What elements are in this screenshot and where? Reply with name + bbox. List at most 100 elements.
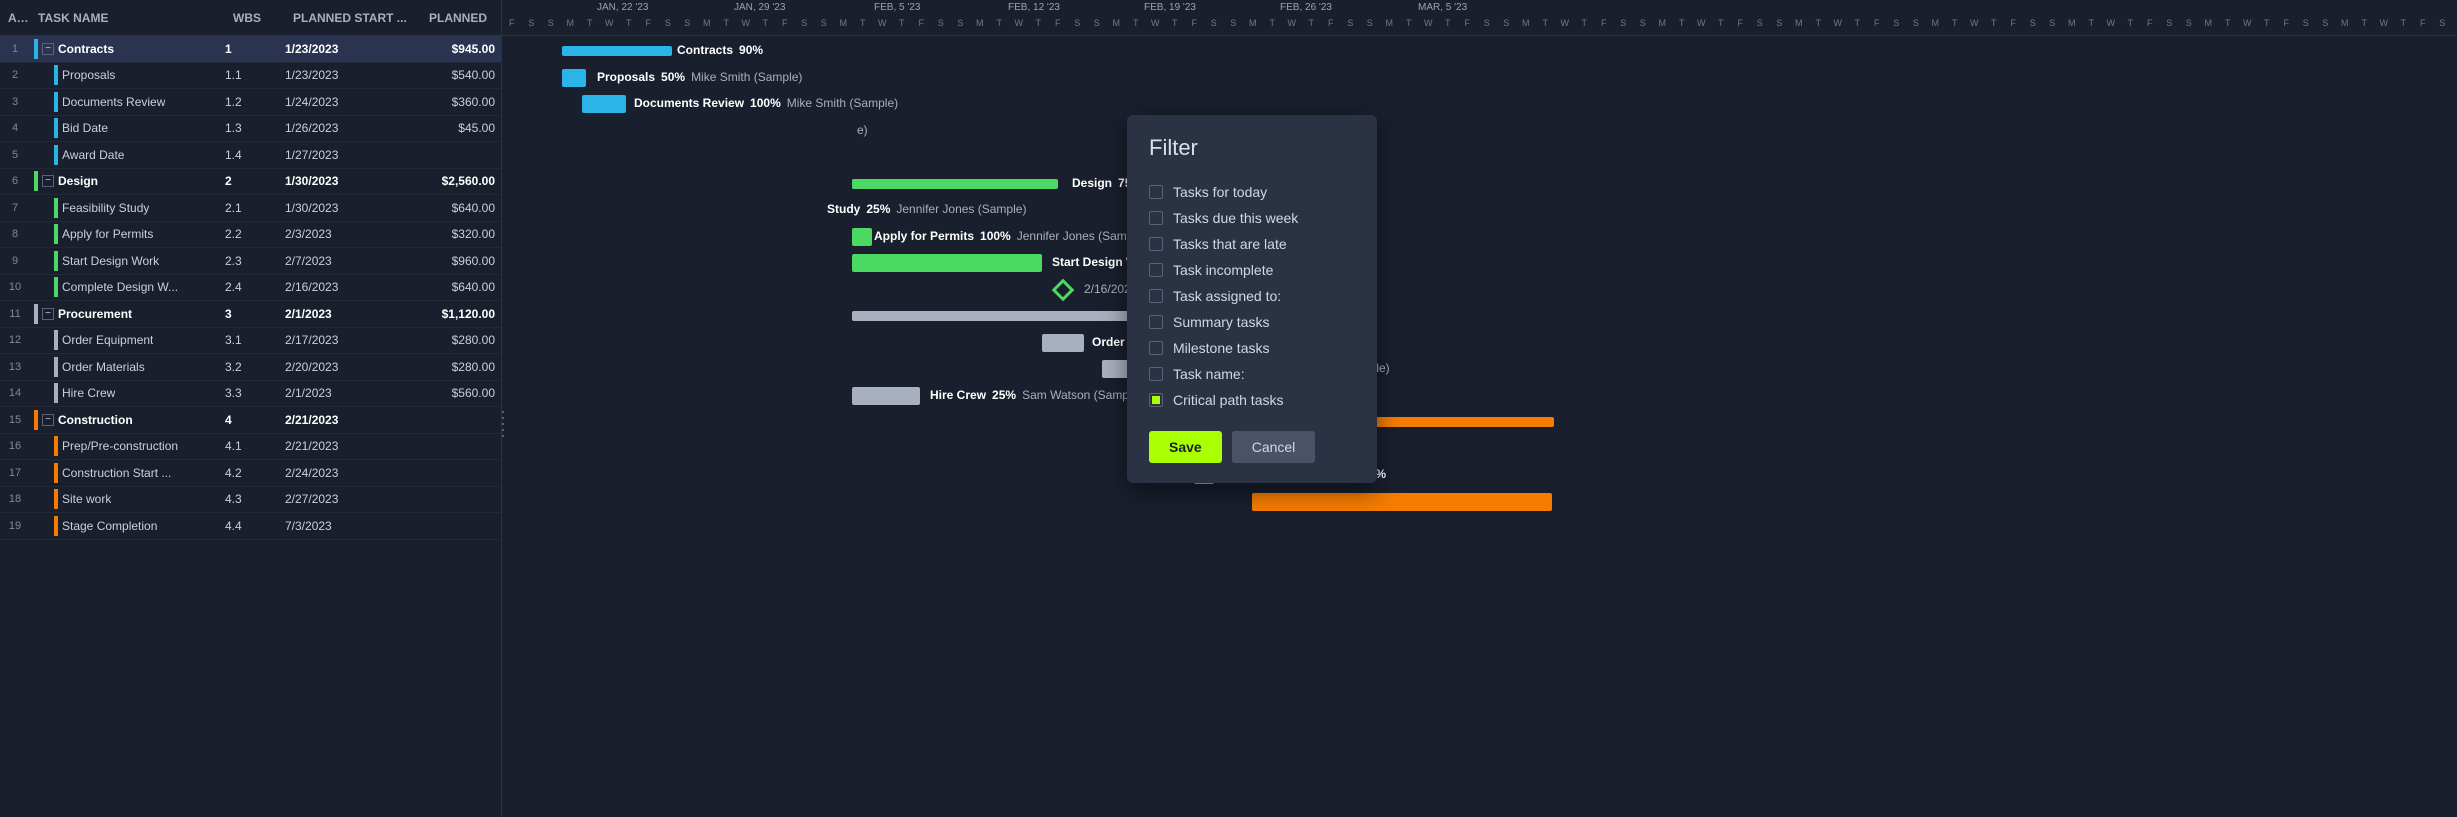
wbs-cell[interactable]: 4.1 xyxy=(225,439,285,453)
planned-cell[interactable]: $280.00 xyxy=(415,360,495,374)
planned-cell[interactable]: $640.00 xyxy=(415,280,495,294)
task-row[interactable]: 19Stage Completion4.47/3/2023 xyxy=(0,513,501,540)
planned-cell[interactable]: $2,560.00 xyxy=(415,174,495,188)
col-header-planned[interactable]: PLANNED xyxy=(415,11,495,25)
task-row[interactable]: 9Start Design Work2.32/7/2023$960.00 xyxy=(0,248,501,275)
wbs-cell[interactable]: 2.2 xyxy=(225,227,285,241)
start-cell[interactable]: 2/27/2023 xyxy=(285,492,415,506)
planned-cell[interactable]: $540.00 xyxy=(415,68,495,82)
task-name-cell[interactable]: Order Equipment xyxy=(30,330,225,350)
task-name-cell[interactable]: Start Design Work xyxy=(30,251,225,271)
wbs-cell[interactable]: 4 xyxy=(225,413,285,427)
expand-toggle-icon[interactable]: − xyxy=(42,43,54,55)
task-bar[interactable] xyxy=(852,387,920,405)
task-bar[interactable] xyxy=(582,95,626,113)
filter-option[interactable]: Task incomplete xyxy=(1149,257,1355,283)
col-header-start[interactable]: PLANNED START ... xyxy=(285,11,415,25)
planned-cell[interactable]: $560.00 xyxy=(415,386,495,400)
task-name-cell[interactable]: Apply for Permits xyxy=(30,224,225,244)
summary-bar[interactable] xyxy=(562,46,672,56)
checkbox-icon[interactable] xyxy=(1149,341,1163,355)
task-bar[interactable] xyxy=(1252,493,1552,511)
start-cell[interactable]: 2/16/2023 xyxy=(285,280,415,294)
task-row[interactable]: 6−Design21/30/2023$2,560.00 xyxy=(0,169,501,196)
checkbox-icon[interactable] xyxy=(1149,211,1163,225)
task-row[interactable]: 5Award Date1.41/27/2023 xyxy=(0,142,501,169)
wbs-cell[interactable]: 4.2 xyxy=(225,466,285,480)
pane-splitter[interactable] xyxy=(500,409,506,439)
wbs-cell[interactable]: 1.3 xyxy=(225,121,285,135)
start-cell[interactable]: 1/30/2023 xyxy=(285,174,415,188)
expand-toggle-icon[interactable]: − xyxy=(42,308,54,320)
wbs-cell[interactable]: 1.1 xyxy=(225,68,285,82)
filter-option[interactable]: Tasks that are late xyxy=(1149,231,1355,257)
task-row[interactable]: 3Documents Review1.21/24/2023$360.00 xyxy=(0,89,501,116)
task-name-cell[interactable]: Bid Date xyxy=(30,118,225,138)
task-bar[interactable] xyxy=(852,228,872,246)
filter-option[interactable]: Milestone tasks xyxy=(1149,335,1355,361)
start-cell[interactable]: 2/20/2023 xyxy=(285,360,415,374)
task-bar[interactable] xyxy=(562,69,586,87)
filter-option[interactable]: Critical path tasks xyxy=(1149,387,1355,413)
col-header-all[interactable]: ALL xyxy=(0,11,30,25)
start-cell[interactable]: 1/30/2023 xyxy=(285,201,415,215)
start-cell[interactable]: 2/24/2023 xyxy=(285,466,415,480)
checkbox-icon[interactable] xyxy=(1149,315,1163,329)
checkbox-icon[interactable] xyxy=(1149,289,1163,303)
planned-cell[interactable]: $280.00 xyxy=(415,333,495,347)
start-cell[interactable]: 2/7/2023 xyxy=(285,254,415,268)
expand-toggle-icon[interactable]: − xyxy=(42,414,54,426)
start-cell[interactable]: 1/24/2023 xyxy=(285,95,415,109)
task-row[interactable]: 11−Procurement32/1/2023$1,120.00 xyxy=(0,301,501,328)
summary-bar[interactable] xyxy=(852,179,1058,189)
task-name-cell[interactable]: Site work xyxy=(30,489,225,509)
cancel-button[interactable]: Cancel xyxy=(1232,431,1316,463)
task-row[interactable]: 10Complete Design W...2.42/16/2023$640.0… xyxy=(0,275,501,302)
task-name-cell[interactable]: Award Date xyxy=(30,145,225,165)
task-name-cell[interactable]: Proposals xyxy=(30,65,225,85)
planned-cell[interactable]: $960.00 xyxy=(415,254,495,268)
start-cell[interactable]: 2/1/2023 xyxy=(285,386,415,400)
task-name-cell[interactable]: Stage Completion xyxy=(30,516,225,536)
wbs-cell[interactable]: 4.4 xyxy=(225,519,285,533)
start-cell[interactable]: 1/23/2023 xyxy=(285,68,415,82)
task-row[interactable]: 12Order Equipment3.12/17/2023$280.00 xyxy=(0,328,501,355)
save-button[interactable]: Save xyxy=(1149,431,1222,463)
task-row[interactable]: 16Prep/Pre-construction4.12/21/2023 xyxy=(0,434,501,461)
start-cell[interactable]: 1/26/2023 xyxy=(285,121,415,135)
planned-cell[interactable]: $320.00 xyxy=(415,227,495,241)
task-row[interactable]: 13Order Materials3.22/20/2023$280.00 xyxy=(0,354,501,381)
wbs-cell[interactable]: 3 xyxy=(225,307,285,321)
filter-option[interactable]: Tasks for today xyxy=(1149,179,1355,205)
checkbox-icon[interactable] xyxy=(1149,393,1163,407)
task-name-cell[interactable]: Hire Crew xyxy=(30,383,225,403)
task-row[interactable]: 14Hire Crew3.32/1/2023$560.00 xyxy=(0,381,501,408)
planned-cell[interactable]: $1,120.00 xyxy=(415,307,495,321)
task-name-cell[interactable]: −Construction xyxy=(30,410,225,430)
task-row[interactable]: 8Apply for Permits2.22/3/2023$320.00 xyxy=(0,222,501,249)
task-bar[interactable] xyxy=(1042,334,1084,352)
task-name-cell[interactable]: Prep/Pre-construction xyxy=(30,436,225,456)
start-cell[interactable]: 2/3/2023 xyxy=(285,227,415,241)
checkbox-icon[interactable] xyxy=(1149,263,1163,277)
filter-option[interactable]: Task name: xyxy=(1149,361,1355,387)
wbs-cell[interactable]: 3.3 xyxy=(225,386,285,400)
task-row[interactable]: 4Bid Date1.31/26/2023$45.00 xyxy=(0,116,501,143)
task-name-cell[interactable]: Construction Start ... xyxy=(30,463,225,483)
checkbox-icon[interactable] xyxy=(1149,185,1163,199)
task-bar[interactable] xyxy=(852,254,1042,272)
wbs-cell[interactable]: 1.4 xyxy=(225,148,285,162)
milestone-icon[interactable] xyxy=(1052,278,1075,301)
wbs-cell[interactable]: 1.2 xyxy=(225,95,285,109)
task-row[interactable]: 2Proposals1.11/23/2023$540.00 xyxy=(0,63,501,90)
filter-option[interactable]: Summary tasks xyxy=(1149,309,1355,335)
task-name-cell[interactable]: Feasibility Study xyxy=(30,198,225,218)
task-row[interactable]: 18Site work4.32/27/2023 xyxy=(0,487,501,514)
task-row[interactable]: 17Construction Start ...4.22/24/2023 xyxy=(0,460,501,487)
wbs-cell[interactable]: 1 xyxy=(225,42,285,56)
wbs-cell[interactable]: 2.3 xyxy=(225,254,285,268)
start-cell[interactable]: 1/27/2023 xyxy=(285,148,415,162)
checkbox-icon[interactable] xyxy=(1149,367,1163,381)
col-header-name[interactable]: TASK NAME xyxy=(30,11,225,25)
task-row[interactable]: 15−Construction42/21/2023 xyxy=(0,407,501,434)
